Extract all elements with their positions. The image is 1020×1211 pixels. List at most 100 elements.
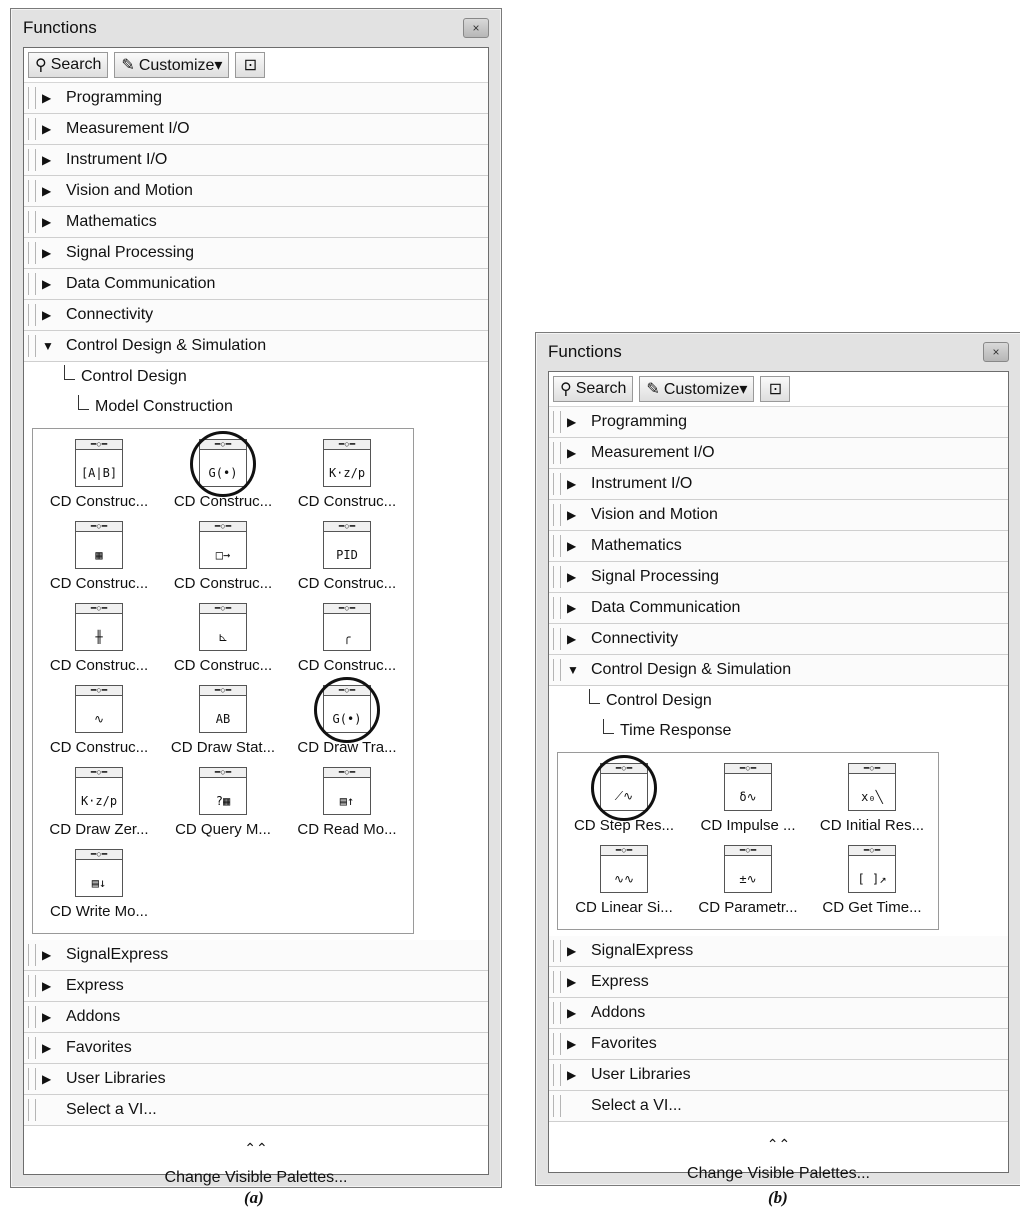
search-button[interactable]: ⚲ Search: [553, 376, 634, 402]
vi-icon: ━○━ x₀╲: [848, 763, 896, 811]
row-grip: [553, 566, 561, 588]
vi-item[interactable]: ━○━ ?▦ CD Query M...: [161, 763, 285, 845]
row-grip: [553, 1095, 561, 1117]
category-row-control-design-simulation[interactable]: ▼ Control Design & Simulation: [549, 655, 1008, 686]
category-row-measurement-i-o[interactable]: ▶ Measurement I/O: [24, 114, 488, 145]
vi-item[interactable]: ━○━ ▤↓ CD Write Mo...: [37, 845, 161, 927]
expand-arrow-icon: ▶: [42, 1072, 52, 1086]
category-row-control-design-simulation[interactable]: ▼ Control Design & Simulation: [24, 331, 488, 362]
vi-item[interactable]: ━○━ [A|B] CD Construc...: [37, 435, 161, 517]
vi-symbol: ±∿: [739, 872, 757, 886]
row-grip: [28, 149, 36, 171]
category-row-vision-and-motion[interactable]: ▶ Vision and Motion: [24, 176, 488, 207]
category-row-user-libraries[interactable]: ▶ User Libraries: [549, 1060, 1008, 1091]
category-row-instrument-i-o[interactable]: ▶ Instrument I/O: [549, 469, 1008, 500]
connector-pane-icon: ━○━: [76, 850, 122, 860]
vi-item[interactable]: ━○━ PID CD Construc...: [285, 517, 409, 599]
expand-chevrons-icon[interactable]: ⌃⌃: [24, 1140, 488, 1157]
category-row-data-communication[interactable]: ▶ Data Communication: [549, 593, 1008, 624]
category-row-signalexpress[interactable]: ▶ SignalExpress: [549, 936, 1008, 967]
vi-item[interactable]: ━○━ δ∿ CD Impulse ...: [686, 759, 810, 841]
customize-label: Customize▾: [138, 57, 223, 74]
subpalette-control-design[interactable]: Control Design: [24, 362, 488, 392]
vi-item[interactable]: ━○━ ╫ CD Construc...: [37, 599, 161, 681]
category-row-addons[interactable]: ▶ Addons: [549, 998, 1008, 1029]
subpalette-control-design[interactable]: Control Design: [549, 686, 1008, 716]
category-row-data-communication[interactable]: ▶ Data Communication: [24, 269, 488, 300]
category-row-user-libraries[interactable]: ▶ User Libraries: [24, 1064, 488, 1095]
vi-symbol: ╫: [95, 630, 103, 644]
vi-icon: ━○━ G(•): [323, 685, 371, 733]
vi-item[interactable]: ━○━ ╭ CD Construc...: [285, 599, 409, 681]
vi-symbol: ∿: [93, 712, 105, 726]
row-grip: [28, 1099, 36, 1121]
vi-name: CD Draw Tra...: [297, 739, 397, 756]
vi-item[interactable]: ━○━ □→ CD Construc...: [161, 517, 285, 599]
vi-item[interactable]: ━○━ ⟋∿ CD Step Res...: [562, 755, 686, 841]
expand-chevrons-icon[interactable]: ⌃⌃: [549, 1136, 1008, 1153]
category-row-connectivity[interactable]: ▶ Connectivity: [24, 300, 488, 331]
select-vi-row[interactable]: Select a VI...: [549, 1091, 1008, 1122]
vi-item[interactable]: ━○━ [ ]↗ CD Get Time...: [810, 841, 934, 923]
vi-item[interactable]: ━○━ K·z/p CD Draw Zer...: [37, 763, 161, 845]
expand-arrow-icon: ▶: [567, 508, 577, 522]
select-vi-row[interactable]: Select a VI...: [24, 1095, 488, 1126]
change-visible-palettes-link[interactable]: Change Visible Palettes...: [549, 1165, 1008, 1183]
category-row-programming[interactable]: ▶ Programming: [549, 407, 1008, 438]
category-label: Vision and Motion: [591, 506, 718, 523]
connector-pane-icon: ━○━: [324, 522, 370, 532]
vi-name: CD Draw Stat...: [170, 739, 276, 756]
category-label: Control Design & Simulation: [591, 661, 792, 678]
close-button[interactable]: ×: [983, 342, 1009, 362]
vi-item[interactable]: ━○━ ∿ CD Construc...: [37, 681, 161, 763]
pin-palette-button[interactable]: ⊡: [760, 376, 791, 402]
vi-item[interactable]: ━○━ G(•) CD Construc...: [161, 431, 285, 517]
category-row-connectivity[interactable]: ▶ Connectivity: [549, 624, 1008, 655]
category-label: Measurement I/O: [66, 120, 190, 137]
category-row-favorites[interactable]: ▶ Favorites: [549, 1029, 1008, 1060]
vi-item[interactable]: ━○━ x₀╲ CD Initial Res...: [810, 759, 934, 841]
vi-item[interactable]: ━○━ ⊾ CD Construc...: [161, 599, 285, 681]
vi-icon-grid: ━○━ [A|B] CD Construc... ━○━ G(•) CD Construc…: [32, 428, 414, 934]
customize-button[interactable]: ✎ Customize▾: [639, 376, 755, 402]
expand-arrow-icon: ▶: [567, 632, 577, 646]
category-row-signal-processing[interactable]: ▶ Signal Processing: [549, 562, 1008, 593]
category-row-signal-processing[interactable]: ▶ Signal Processing: [24, 238, 488, 269]
pin-palette-button[interactable]: ⊡: [235, 52, 266, 78]
vi-item[interactable]: ━○━ ▦ CD Construc...: [37, 517, 161, 599]
search-button[interactable]: ⚲ Search: [28, 52, 109, 78]
category-label: Vision and Motion: [66, 182, 193, 199]
palette-title: Functions: [23, 18, 97, 37]
category-row-signalexpress[interactable]: ▶ SignalExpress: [24, 940, 488, 971]
category-row-mathematics[interactable]: ▶ Mathematics: [549, 531, 1008, 562]
vi-symbol: δ∿: [739, 790, 757, 804]
category-row-measurement-i-o[interactable]: ▶ Measurement I/O: [549, 438, 1008, 469]
vi-item[interactable]: ━○━ ▤↑ CD Read Mo...: [285, 763, 409, 845]
change-visible-palettes-link[interactable]: Change Visible Palettes...: [24, 1169, 488, 1187]
vi-item[interactable]: ━○━ G(•) CD Draw Tra...: [285, 677, 409, 763]
subpalette-time-response[interactable]: Time Response: [549, 716, 1008, 746]
category-row-instrument-i-o[interactable]: ▶ Instrument I/O: [24, 145, 488, 176]
subpalette-model-construction[interactable]: Model Construction: [24, 392, 488, 422]
vi-item[interactable]: ━○━ AB CD Draw Stat...: [161, 681, 285, 763]
expand-arrow-icon: ▶: [42, 1010, 52, 1024]
category-row-vision-and-motion[interactable]: ▶ Vision and Motion: [549, 500, 1008, 531]
category-label: Instrument I/O: [66, 151, 168, 168]
category-row-addons[interactable]: ▶ Addons: [24, 1002, 488, 1033]
close-button[interactable]: ×: [463, 18, 489, 38]
row-grip: [28, 304, 36, 326]
vi-symbol: ?▦: [215, 794, 231, 808]
vi-name: CD Draw Zer...: [49, 821, 149, 838]
connector-pane-icon: ━○━: [601, 764, 647, 774]
vi-icon: ━○━ ╭: [323, 603, 371, 651]
category-row-favorites[interactable]: ▶ Favorites: [24, 1033, 488, 1064]
vi-item[interactable]: ━○━ ±∿ CD Parametr...: [686, 841, 810, 923]
category-row-express[interactable]: ▶ Express: [549, 967, 1008, 998]
category-row-programming[interactable]: ▶ Programming: [24, 83, 488, 114]
category-row-express[interactable]: ▶ Express: [24, 971, 488, 1002]
vi-item[interactable]: ━○━ K·z/p CD Construc...: [285, 435, 409, 517]
customize-button[interactable]: ✎ Customize▾: [114, 52, 230, 78]
category-row-mathematics[interactable]: ▶ Mathematics: [24, 207, 488, 238]
vi-item[interactable]: ━○━ ∿∿ CD Linear Si...: [562, 841, 686, 923]
functions-palette-b: Functions × ⚲ Search ✎ Customize▾ ⊡ ▶ Programmin…: [535, 332, 1020, 1186]
